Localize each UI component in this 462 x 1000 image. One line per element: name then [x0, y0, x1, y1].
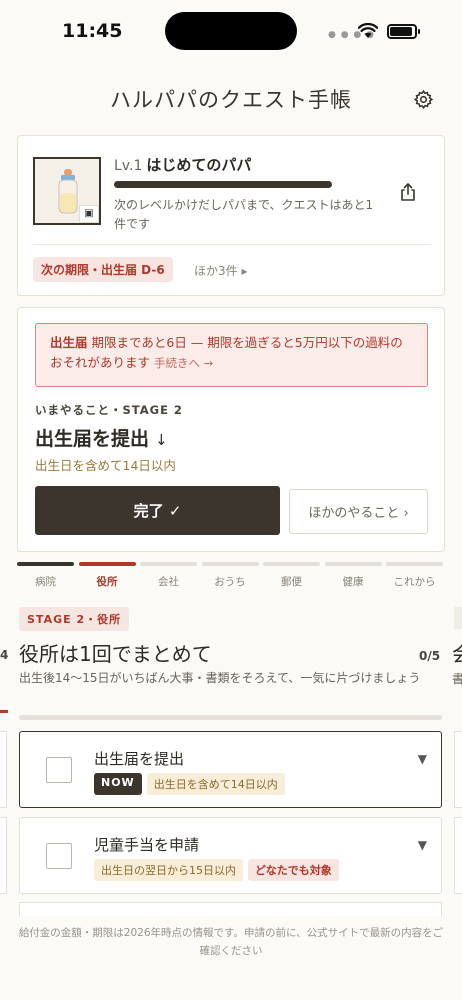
- prev-stage-count-peek: 4: [0, 648, 9, 662]
- prev-stage-progress-peek: [0, 710, 8, 713]
- stage-description: 出生後14〜15日がいちばん大事・書類をそろえて、一気に片づけましょう: [19, 671, 421, 685]
- stage-tab-label: 役所: [96, 576, 118, 588]
- deadline-alert: 出生届 期限まであと6日 — 期限を過ぎると5万円以下の過料のおそれがあります手…: [35, 323, 428, 387]
- page-title: ハルパパのクエスト手帳: [110, 88, 352, 112]
- prev-stage-card-peek[interactable]: [0, 817, 7, 894]
- alert-text: 期限まであと6日 — 期限を過ぎると5万円以下の過料のおそれがあります: [50, 335, 403, 370]
- stage-tab-city-office[interactable]: 役所: [78, 562, 136, 592]
- now-badge: NOW: [94, 773, 142, 795]
- stage-tab-label: これから: [393, 576, 436, 588]
- footer: 給付金の金額・期限は2026年時点の情報です。申請の前に、公式サイトで最新の内容…: [0, 916, 462, 1000]
- level-prefix: Lv.1: [114, 158, 143, 174]
- baby-bottle-icon: [58, 169, 78, 214]
- current-task-deadline: 出生日を含めて14日以内: [35, 458, 176, 473]
- checkbox[interactable]: [46, 843, 72, 869]
- stage-tab-company[interactable]: 会社: [140, 562, 197, 592]
- stage-tab-post[interactable]: 郵便: [263, 562, 320, 592]
- current-stage-label: いまやること・STAGE 2: [35, 403, 183, 417]
- next-level-text: 次のレベルかけだしパパまで、クエストはあと1件です: [114, 198, 374, 231]
- stage-tab-bar: [263, 562, 320, 566]
- current-task-card: 出生届 期限まであと6日 — 期限を過ぎると5万円以下の過料のおそれがあります手…: [17, 307, 445, 552]
- stage-tab-bar: [17, 562, 74, 566]
- dynamic-island: [165, 12, 297, 50]
- deadline-tag: 出生日の翌日から15日以内: [94, 859, 243, 881]
- prev-stage-card-peek[interactable]: [0, 731, 7, 808]
- deadline-badge[interactable]: 次の期限・出生届 D-6: [33, 257, 173, 282]
- stage-heading: 役所は1回でまとめて: [19, 642, 212, 666]
- alert-strong: 出生届: [50, 335, 88, 350]
- stage-progress-count: 0/5: [419, 649, 441, 663]
- stage-progress-bar: [19, 715, 442, 720]
- stage-chip: STAGE 2・役所: [19, 607, 130, 631]
- next-stage-chip-peek: [454, 607, 462, 629]
- checklist-item-name: 出生届を提出: [94, 750, 185, 768]
- stage-tab-label: 病院: [35, 576, 56, 588]
- battery-icon: [387, 24, 420, 39]
- disclaimer-note: 給付金の金額・期限は2026年時点の情報です。申請の前に、公式サイトで最新の内容…: [18, 927, 444, 957]
- deadline-tag: 出生日を含めて14日以内: [146, 773, 285, 795]
- divider: [33, 244, 431, 245]
- stage-tab-future[interactable]: これから: [386, 562, 443, 592]
- stage-tab-bar: [140, 562, 197, 566]
- stage-tab-label: おうち: [214, 576, 246, 588]
- expand-chevron-icon[interactable]: ▼: [418, 752, 427, 766]
- stage-tab-hospital[interactable]: 病院: [17, 562, 74, 592]
- next-stage-desc-peek: 書: [452, 672, 462, 686]
- avatar[interactable]: ▣: [33, 157, 101, 225]
- other-tasks-button[interactable]: ほかのやること ›: [289, 489, 428, 534]
- eligibility-tag: どなたでも対象: [248, 859, 339, 881]
- checkbox[interactable]: [46, 757, 72, 783]
- checklist-item-name: 児童手当を申請: [94, 836, 200, 854]
- stage-tab-bar: [201, 562, 259, 566]
- share-icon[interactable]: [399, 182, 417, 202]
- level-name: はじめてのパパ: [146, 156, 252, 174]
- checklist-item-tags: NOW 出生日を含めて14日以内: [94, 773, 285, 795]
- checklist-item[interactable]: 出生届を提出 ▼ NOW 出生日を含めて14日以内: [19, 731, 442, 808]
- next-stage-card-peek[interactable]: [454, 817, 462, 894]
- alert-procedure-link[interactable]: 手続きへ →: [154, 356, 213, 370]
- stage-tab-label: 郵便: [281, 576, 302, 588]
- stage-tab-bar: [386, 562, 443, 566]
- xp-progress-bar: [114, 181, 332, 188]
- next-stage-heading-peek: 会: [452, 638, 462, 667]
- deadline-more-link[interactable]: ほか3件 ▸: [194, 262, 247, 279]
- status-time: 11:45: [62, 20, 123, 42]
- complete-button[interactable]: 完了 ✓: [35, 486, 280, 535]
- stage-tab-home[interactable]: おうち: [201, 562, 259, 592]
- arrow-down-icon: ↓: [155, 431, 168, 449]
- current-task-title[interactable]: 出生届を提出 ↓: [35, 424, 168, 451]
- stage-tab-bar: [78, 562, 136, 566]
- stage-tab-label: 会社: [158, 576, 179, 588]
- level-label: Lv.1 はじめてのパパ: [114, 154, 251, 175]
- wifi-icon: [358, 23, 378, 38]
- expand-chevron-icon[interactable]: ▼: [418, 838, 427, 852]
- profile-card: ▣ Lv.1 はじめてのパパ 次のレベルかけだしパパまで、クエストはあと1件です …: [17, 135, 445, 296]
- stage-tab-label: 健康: [342, 576, 364, 588]
- settings-gear-icon[interactable]: [413, 89, 434, 110]
- stage-tabs: 病院 役所 会社 おうち 郵便 健康 これから: [17, 562, 445, 592]
- stage-tab-bar: [324, 562, 382, 566]
- checklist-item-tags: 出生日の翌日から15日以内 どなたでも対象: [94, 859, 339, 881]
- status-bar: 11:45 ● ● ● ●: [0, 0, 462, 62]
- checklist-item[interactable]: 児童手当を申請 ▼ 出生日の翌日から15日以内 どなたでも対象: [19, 817, 442, 894]
- stage-tab-health[interactable]: 健康: [324, 562, 382, 592]
- camera-icon[interactable]: ▣: [79, 205, 99, 223]
- next-stage-card-peek[interactable]: [454, 731, 462, 808]
- task-title-text: 出生届を提出: [35, 428, 150, 450]
